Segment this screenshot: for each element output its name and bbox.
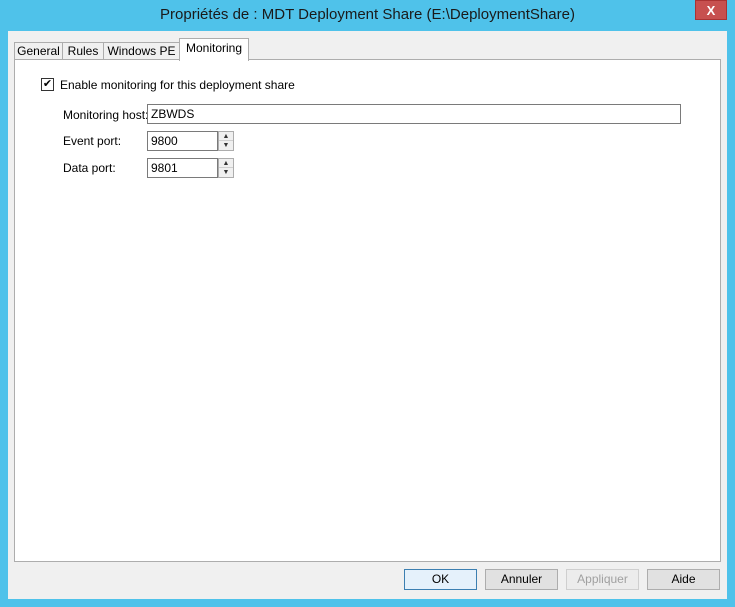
check-icon: ✔: [42, 78, 53, 90]
event-port-input[interactable]: 9800: [147, 131, 218, 151]
data-port-label: Data port:: [63, 161, 116, 175]
properties-window: Propriétés de : MDT Deployment Share (E:…: [0, 0, 735, 607]
tab-general[interactable]: General: [14, 42, 63, 60]
event-port-stepper: ▲ ▼: [218, 131, 234, 151]
spin-down-icon[interactable]: ▼: [219, 168, 233, 177]
close-icon: X: [706, 3, 716, 18]
cancel-button[interactable]: Annuler: [485, 569, 558, 590]
help-button[interactable]: Aide: [647, 569, 720, 590]
title-bar[interactable]: Propriétés de : MDT Deployment Share (E:…: [0, 0, 735, 31]
close-button[interactable]: X: [695, 0, 727, 20]
apply-button[interactable]: Appliquer: [566, 569, 639, 590]
spin-down-icon[interactable]: ▼: [219, 141, 233, 150]
monitoring-panel: ✔ Enable monitoring for this deployment …: [14, 59, 721, 562]
tab-windows-pe[interactable]: Windows PE: [103, 42, 180, 60]
monitoring-host-label: Monitoring host:: [63, 108, 149, 122]
monitoring-host-input[interactable]: ZBWDS: [147, 104, 681, 124]
spin-up-icon[interactable]: ▲: [219, 132, 233, 141]
dialog-client-area: General Rules Windows PE Monitoring ✔ En…: [8, 31, 727, 599]
spin-up-icon[interactable]: ▲: [219, 159, 233, 168]
data-port-input[interactable]: 9801: [147, 158, 218, 178]
tab-rules[interactable]: Rules: [62, 42, 104, 60]
enable-monitoring-label[interactable]: Enable monitoring for this deployment sh…: [60, 78, 295, 92]
event-port-label: Event port:: [63, 134, 122, 148]
ok-button[interactable]: OK: [404, 569, 477, 590]
enable-monitoring-checkbox[interactable]: ✔: [41, 78, 54, 91]
tab-monitoring[interactable]: Monitoring: [179, 38, 249, 61]
data-port-stepper: ▲ ▼: [218, 158, 234, 178]
window-title: Propriétés de : MDT Deployment Share (E:…: [160, 6, 575, 23]
